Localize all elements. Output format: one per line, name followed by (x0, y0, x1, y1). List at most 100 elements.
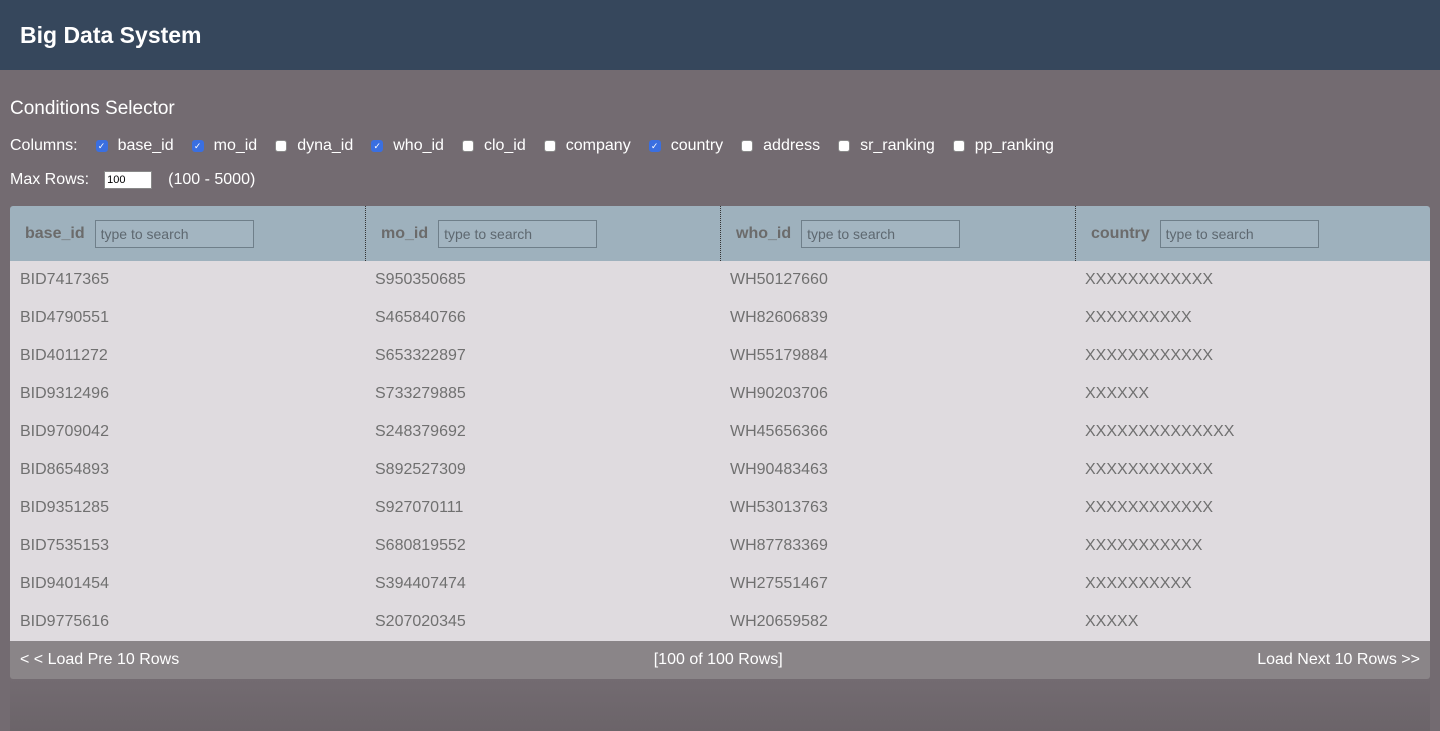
column-option-pp-ranking[interactable]: pp_ranking (952, 137, 1054, 155)
table-cell: XXXXXXXXXX (1085, 575, 1192, 592)
column-option-company[interactable]: company (543, 137, 631, 155)
table-row[interactable]: BID9351285 S927070111 WH53013763 XXXXXXXXXX… (10, 489, 1430, 527)
column-checkbox[interactable] (275, 140, 288, 152)
column-option-label: mo_id (213, 137, 258, 154)
column-option-label: pp_ranking (974, 137, 1054, 154)
table-cell: WH45656366 (730, 423, 828, 440)
column-search-input[interactable] (438, 219, 598, 248)
table-row[interactable]: BID4790551 S465840766 WH82606839 XXXXXXXXXX (10, 299, 1430, 337)
column-search-input[interactable] (801, 219, 961, 248)
column-checkbox[interactable] (741, 140, 754, 152)
table-cell: S653322897 (375, 347, 466, 364)
column-option-label: sr_ranking (860, 137, 935, 154)
max-rows-input[interactable] (104, 171, 153, 189)
table-cell: BID9401454 (20, 575, 109, 592)
table-row[interactable]: BID7417365 S950350685 WH50127660 XXXXXXXXXX… (10, 261, 1430, 299)
column-search-input[interactable] (1159, 219, 1319, 248)
column-option-label: clo_id (483, 137, 526, 154)
column-option-label: address (763, 137, 821, 154)
column-header-mo-id: mo_id (365, 206, 720, 261)
table-row[interactable]: BID7535153 S680819552 WH87783369 XXXXXXXXXX… (10, 527, 1430, 565)
column-checkbox[interactable]: ✓ (648, 140, 661, 152)
data-table: base_id mo_id who_id country BID7417365 S950… (10, 206, 1430, 679)
table-cell: WH55179884 (730, 347, 828, 364)
column-header-label[interactable]: mo_id (381, 225, 428, 243)
table-body: BID7417365 S950350685 WH50127660 XXXXXXXXXX… (10, 261, 1430, 641)
columns-list: ✓ base_id ✓ mo_id dyna_id ✓ who_id clo_id compan… (95, 137, 1072, 155)
table-cell: XXXXXX (1085, 385, 1150, 402)
load-next-button[interactable]: Load Next 10 Rows >> (1257, 651, 1420, 669)
column-option-address[interactable]: address (741, 137, 820, 155)
table-cell: XXXXXXXXXX (1085, 309, 1192, 326)
columns-selector: Columns: ✓ base_id ✓ mo_id dyna_id ✓ who_id clo… (10, 135, 1430, 157)
conditions-title: Conditions Selector (10, 98, 175, 119)
column-option-label: base_id (117, 137, 174, 154)
column-option-who-id[interactable]: ✓ who_id (371, 137, 444, 155)
table-row[interactable]: BID9312496 S733279885 WH90203706 XXXXXX (10, 375, 1430, 413)
column-checkbox[interactable] (838, 140, 851, 152)
column-option-clo-id[interactable]: clo_id (461, 137, 526, 155)
table-row[interactable]: BID9775616 S207020345 WH20659582 XXXXX (10, 603, 1430, 641)
table-cell: WH20659582 (730, 613, 828, 630)
table-cell: BID9351285 (20, 499, 109, 516)
table-pager: < < Load Pre 10 Rows [100 of 100 Rows] L… (10, 641, 1430, 679)
table-cell: BID7417365 (20, 271, 109, 288)
column-checkbox[interactable]: ✓ (371, 140, 384, 152)
table-cell: BID9775616 (20, 613, 109, 630)
columns-label: Columns: (10, 137, 78, 154)
table-cell: XXXXXXXXXXXX (1085, 499, 1214, 516)
table-cell: WH87783369 (730, 537, 828, 554)
column-option-sr-ranking[interactable]: sr_ranking (838, 137, 935, 155)
column-checkbox[interactable] (952, 140, 965, 152)
table-cell: WH90483463 (730, 461, 828, 478)
column-header-who-id: who_id (720, 206, 1075, 261)
column-checkbox[interactable]: ✓ (191, 140, 204, 152)
column-header-base-id: base_id (10, 206, 365, 261)
table-cell: S207020345 (375, 613, 466, 630)
table-cell: BID7535153 (20, 537, 109, 554)
table-header-row: base_id mo_id who_id country (10, 206, 1430, 261)
table-row[interactable]: BID9401454 S394407474 WH27551467 XXXXXXXXXX (10, 565, 1430, 603)
table-cell: BID8654893 (20, 461, 109, 478)
load-prev-button[interactable]: < < Load Pre 10 Rows (20, 651, 179, 669)
column-option-dyna-id[interactable]: dyna_id (275, 137, 353, 155)
column-header-country: country (1075, 206, 1430, 261)
column-header-label[interactable]: who_id (736, 225, 791, 243)
main-content: Conditions Selector Columns: ✓ base_id ✓ mo… (0, 98, 1440, 731)
table-cell: XXXXXXXXXXXX (1085, 271, 1214, 288)
column-checkbox[interactable] (461, 140, 474, 152)
column-option-mo-id[interactable]: ✓ mo_id (191, 137, 258, 155)
column-option-base-id[interactable]: ✓ base_id (95, 137, 174, 155)
table-cell: XXXXXXXXXXXX (1085, 347, 1214, 364)
table-cell: WH27551467 (730, 575, 828, 592)
column-option-label: dyna_id (297, 137, 354, 154)
column-option-country[interactable]: ✓ country (648, 137, 724, 155)
table-cell: XXXXXXXXXXX (1085, 537, 1203, 554)
column-checkbox[interactable] (543, 140, 556, 152)
max-rows-label: Max Rows: (10, 171, 90, 188)
table-cell: BID9312496 (20, 385, 109, 402)
table-cell: WH50127660 (730, 271, 828, 288)
column-header-label[interactable]: country (1091, 225, 1150, 243)
column-option-label: country (670, 137, 724, 154)
column-search-input[interactable] (94, 219, 254, 248)
table-cell: S394407474 (375, 575, 466, 592)
table-row[interactable]: BID8654893 S892527309 WH90483463 XXXXXXXXXX… (10, 451, 1430, 489)
table-cell: WH53013763 (730, 499, 828, 516)
max-rows-range: (100 - 5000) (168, 171, 256, 188)
table-row[interactable]: BID9709042 S248379692 WH45656366 XXXXXXXXXX… (10, 413, 1430, 451)
column-option-label: who_id (393, 137, 444, 154)
table-row[interactable]: BID4011272 S653322897 WH55179884 XXXXXXXXXX… (10, 337, 1430, 375)
column-header-label[interactable]: base_id (25, 225, 85, 243)
column-checkbox[interactable]: ✓ (95, 140, 108, 152)
app-header: Big Data System (0, 0, 1440, 70)
table-cell: WH82606839 (730, 309, 828, 326)
table-cell: S248379692 (375, 423, 466, 440)
table-cell: BID4790551 (20, 309, 109, 326)
max-rows-row: Max Rows: (100 - 5000) (10, 170, 1430, 190)
table-cell: S892527309 (375, 461, 466, 478)
table-cell: S465840766 (375, 309, 466, 326)
table-cell: BID9709042 (20, 423, 109, 440)
table-cell: S733279885 (375, 385, 466, 402)
table-cell: XXXXX (1085, 613, 1139, 630)
